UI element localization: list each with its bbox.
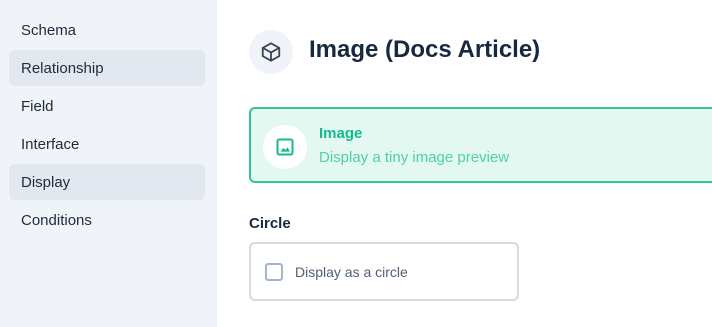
page-title: Image (Docs Article) xyxy=(309,36,541,63)
circle-checkbox[interactable] xyxy=(265,262,283,281)
sidebar-item-display[interactable]: Display xyxy=(9,164,205,200)
main-content: Image (Docs Article) Image Display a tin… xyxy=(217,0,712,327)
sidebar-item-interface[interactable]: Interface xyxy=(9,126,205,162)
display-option-description: Display a tiny image preview xyxy=(319,149,510,166)
sidebar: Schema Relationship Field Interface Disp… xyxy=(0,0,217,327)
circle-checkbox-label: Display as a circle xyxy=(295,263,408,280)
app-window: Schema Relationship Field Interface Disp… xyxy=(0,0,712,327)
display-option-card[interactable]: Image Display a tiny image preview xyxy=(249,107,712,183)
circle-checkbox-field[interactable]: Display as a circle xyxy=(249,242,519,301)
sidebar-item-schema[interactable]: Schema xyxy=(9,12,205,48)
sidebar-item-field[interactable]: Field xyxy=(9,88,205,124)
display-option-title: Image xyxy=(319,125,363,142)
sidebar-item-conditions[interactable]: Conditions xyxy=(9,202,205,238)
image-icon xyxy=(263,125,307,169)
cube-icon xyxy=(249,30,293,74)
circle-field-label: Circle xyxy=(249,215,291,232)
sidebar-item-relationship[interactable]: Relationship xyxy=(9,50,205,86)
